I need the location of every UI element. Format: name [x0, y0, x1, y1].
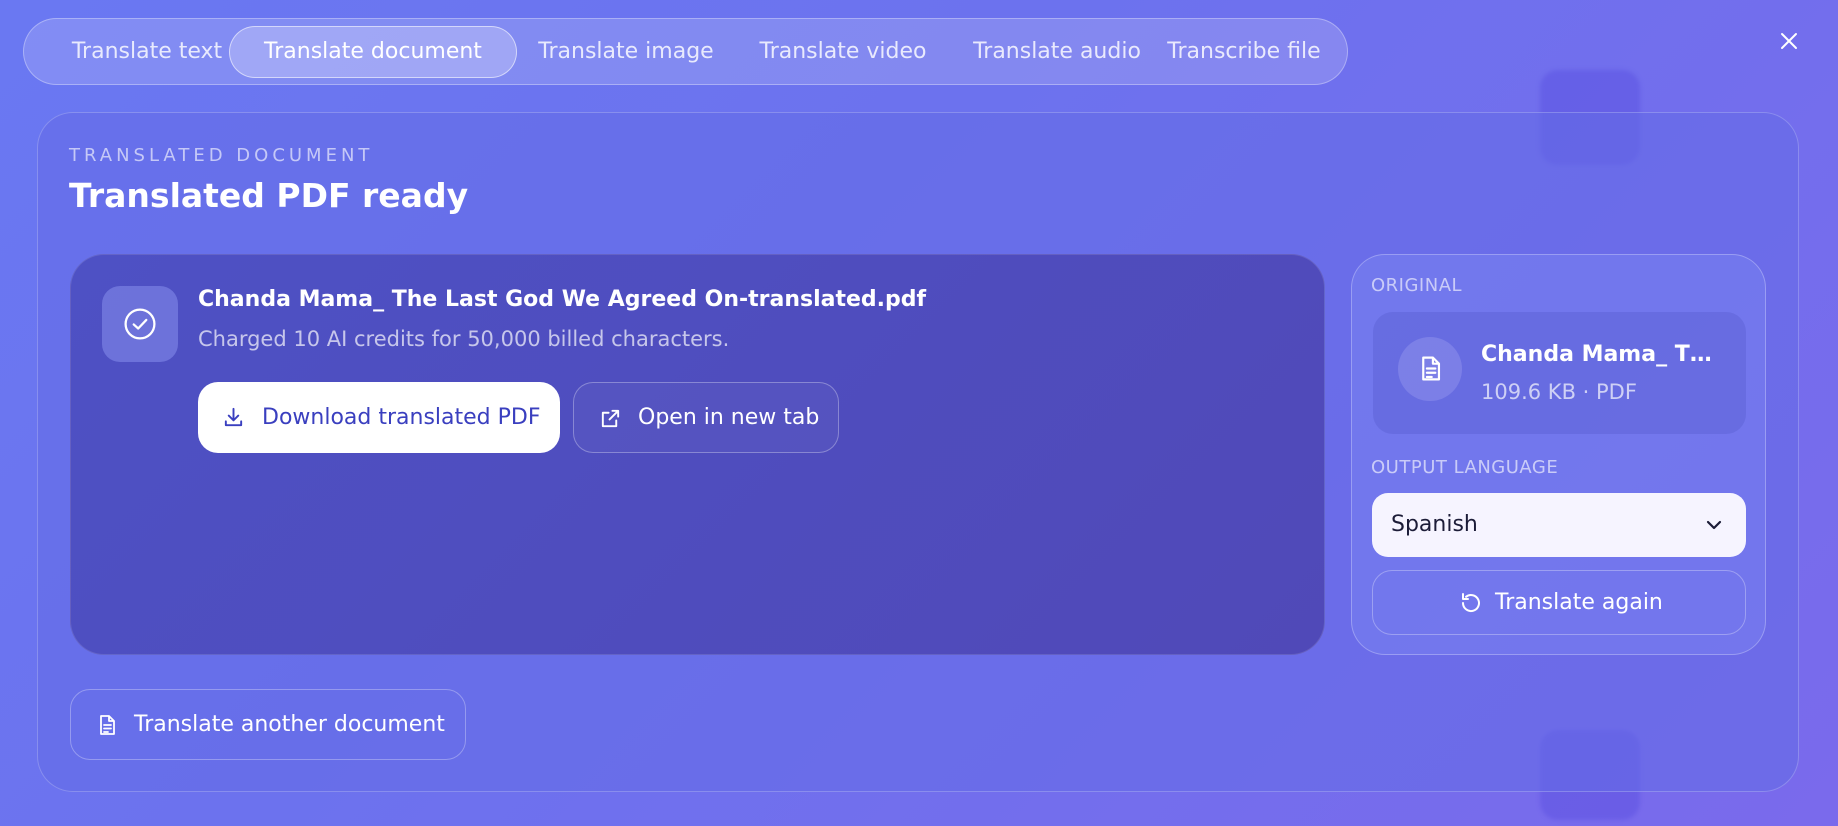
translated-file-name: Chanda Mama_ The Last God We Agreed On-t…: [198, 287, 927, 312]
translate-modal: Translate text Translate document Transl…: [0, 0, 1838, 826]
translate-another-document-button[interactable]: Translate another document: [70, 689, 466, 760]
translate-another-label: Translate another document: [134, 712, 445, 737]
tab-translate-audio[interactable]: Translate audio: [950, 27, 1164, 77]
credit-charge-text: Charged 10 AI credits for 50,000 billed …: [198, 327, 730, 351]
output-language-label: OUTPUT LANGUAGE: [1371, 457, 1559, 478]
close-icon[interactable]: [1776, 28, 1802, 54]
download-button-label: Download translated PDF: [262, 405, 541, 430]
original-file-badge: [1398, 337, 1462, 401]
original-section-label: ORIGINAL: [1371, 275, 1463, 296]
document-icon: [100, 715, 115, 735]
download-translated-pdf-button[interactable]: Download translated PDF: [198, 382, 560, 453]
open-tab-button-label: Open in new tab: [638, 405, 820, 430]
original-file-name: Chanda Mama_ The Last God We Agreed On.p…: [1481, 342, 1726, 367]
refresh-icon: [1461, 593, 1480, 612]
external-link-icon: [601, 409, 620, 428]
tab-translate-video[interactable]: Translate video: [736, 27, 950, 77]
document-icon: [1422, 356, 1441, 381]
page-title: Translated PDF ready: [69, 176, 469, 215]
tab-translate-image[interactable]: Translate image: [516, 27, 736, 77]
download-icon: [224, 407, 243, 427]
translate-again-label: Translate again: [1495, 590, 1663, 615]
result-panel: [70, 254, 1325, 655]
tab-translate-text[interactable]: Translate text: [57, 27, 237, 77]
section-eyebrow: TRANSLATED DOCUMENT: [69, 145, 374, 166]
translate-again-button[interactable]: Translate again: [1372, 570, 1746, 635]
check-circle-icon: [124, 308, 156, 340]
translate-mode-tabs: Translate text Translate document Transl…: [23, 18, 1348, 85]
output-language-select[interactable]: Spanish: [1372, 493, 1746, 557]
original-file-meta: 109.6 KB · PDF: [1481, 380, 1637, 404]
success-badge: [102, 286, 178, 362]
chevron-down-icon: [1706, 520, 1722, 530]
open-in-new-tab-button[interactable]: Open in new tab: [573, 382, 839, 453]
tab-translate-document[interactable]: Translate document: [229, 26, 517, 78]
selected-language: Spanish: [1391, 512, 1478, 537]
tab-transcribe-file[interactable]: Transcribe file: [1154, 27, 1334, 77]
